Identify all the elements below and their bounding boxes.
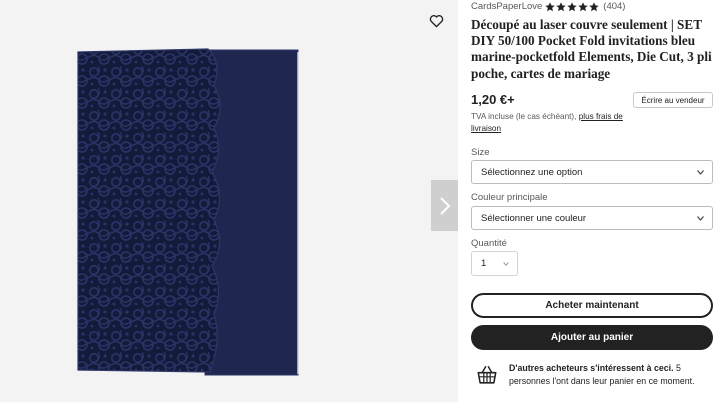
size-select-value: Sélectionnez une option bbox=[481, 166, 583, 178]
heart-outline-icon bbox=[429, 15, 443, 28]
chevron-down-icon bbox=[503, 262, 509, 266]
shop-name-link[interactable]: CardsPaperLove bbox=[471, 1, 542, 12]
star-icon bbox=[567, 1, 577, 11]
social-proof-bold: D'autres acheteurs s'intéressent à ceci. bbox=[509, 363, 674, 373]
star-icon bbox=[545, 1, 555, 11]
rating-stars bbox=[545, 1, 600, 12]
star-icon bbox=[589, 1, 599, 11]
star-icon bbox=[556, 1, 566, 11]
size-label: Size bbox=[471, 147, 490, 158]
tax-note-text: TVA incluse (le cas échéant), bbox=[471, 112, 577, 121]
chevron-down-icon bbox=[697, 170, 704, 175]
color-label: Couleur principale bbox=[471, 192, 548, 203]
add-to-cart-button[interactable]: Ajouter au panier bbox=[471, 325, 713, 350]
product-details: CardsPaperLove (404) Découpé au laser co… bbox=[471, 0, 714, 402]
social-proof: D'autres acheteurs s'intéressent à ceci.… bbox=[471, 362, 714, 392]
contact-seller-button[interactable]: Écrire au vendeur bbox=[633, 92, 713, 108]
buy-now-button[interactable]: Acheter maintenant bbox=[471, 293, 713, 318]
color-select[interactable]: Sélectionner une couleur bbox=[471, 206, 713, 230]
color-select-value: Sélectionner une couleur bbox=[481, 212, 587, 224]
review-count[interactable]: (404) bbox=[603, 1, 625, 12]
listing-title: Découpé au laser couvre seulement | SET … bbox=[471, 17, 712, 81]
quantity-select[interactable]: 1 bbox=[471, 251, 518, 276]
product-image-pane bbox=[0, 0, 458, 402]
chevron-right-icon bbox=[439, 196, 450, 215]
price: 1,20 €+ bbox=[471, 92, 515, 107]
shop-rating-row: CardsPaperLove (404) bbox=[471, 0, 625, 13]
favorite-button[interactable] bbox=[424, 9, 448, 33]
quantity-value: 1 bbox=[481, 258, 487, 269]
star-icon bbox=[578, 1, 588, 11]
next-image-button[interactable] bbox=[431, 180, 458, 231]
tax-note: TVA incluse (le cas échéant), plus frais… bbox=[471, 111, 646, 135]
social-proof-text: D'autres acheteurs s'intéressent à ceci.… bbox=[509, 362, 714, 387]
product-image[interactable] bbox=[0, 0, 458, 402]
quantity-label: Quantité bbox=[471, 238, 507, 249]
chevron-down-icon bbox=[697, 216, 704, 221]
basket-icon bbox=[477, 366, 497, 384]
size-select[interactable]: Sélectionnez une option bbox=[471, 160, 713, 184]
